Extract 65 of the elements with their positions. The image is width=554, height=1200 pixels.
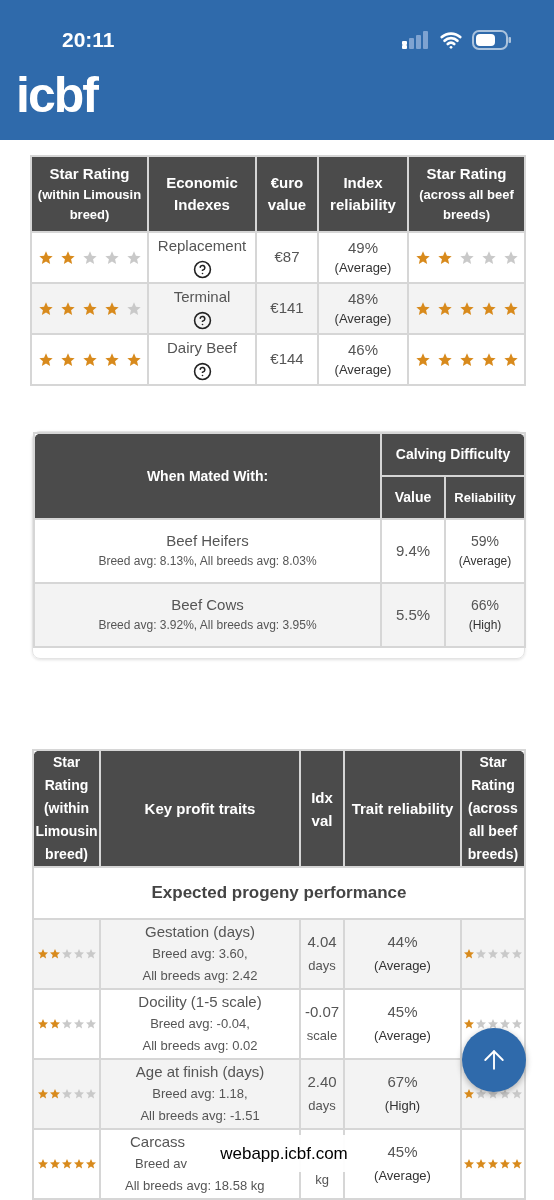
breed-average: Breed av — [135, 1155, 188, 1173]
trait-name: Carcass — [130, 1132, 185, 1152]
all-breeds-average: All breeds avg: -1.51 — [140, 1107, 260, 1125]
header-note: (across all beef breeds) — [418, 186, 515, 224]
status-time: 20:11 — [62, 27, 115, 53]
trait-name: Docility (1-5 scale) — [138, 992, 262, 1012]
header-title: €uro value — [266, 173, 308, 215]
unit-label: scale — [305, 1027, 339, 1045]
column-header: Star Rating (across all beef breeds) — [461, 750, 525, 867]
reliability-label: (High) — [467, 617, 503, 634]
group-name: Beef Cows — [170, 595, 245, 615]
index-name: Terminal — [172, 287, 232, 307]
header-note: (within Limousin breed) — [36, 186, 143, 224]
reliability-label: (High) — [383, 1097, 422, 1115]
breed-average: Breed avg: 3.60, — [152, 945, 248, 963]
reliability-value: 46% — [347, 339, 379, 360]
column-header: Value — [381, 476, 445, 519]
breed-average: Breed avg: 1.18, — [152, 1085, 248, 1103]
reliability-value: 48% — [347, 288, 379, 309]
group-name: Beef Heifers — [165, 531, 250, 551]
column-header: Idx val — [300, 750, 344, 867]
trait-name: Age at finish (days) — [135, 1062, 265, 1082]
index-value: -0.07 — [303, 1002, 341, 1022]
reliability-value: 49% — [347, 237, 379, 258]
reliability-label: (Average) — [373, 957, 432, 975]
column-header: Reliability — [445, 476, 525, 519]
column-header: Key profit traits — [100, 750, 300, 867]
index-name: Dairy Beef — [166, 338, 238, 358]
calving-value: 5.5% — [381, 583, 445, 647]
euro-value: €144 — [256, 334, 318, 385]
reliability-label: (Average) — [457, 553, 513, 570]
column-header: Calving Difficulty — [381, 433, 525, 476]
header-title: Index reliability — [329, 173, 397, 215]
index-value: 2.40 — [306, 1072, 338, 1092]
column-header: Trait reliability — [344, 750, 461, 867]
reliability-label: (Average) — [333, 360, 393, 379]
logo: icbf — [16, 66, 97, 123]
reliability-label: (Average) — [333, 258, 393, 277]
section-heading: Expected progeny performance — [33, 867, 525, 919]
reliability-value: 67% — [386, 1072, 419, 1092]
average-note: Breed avg: 8.13%, All breeds avg: 8.03% — [97, 553, 318, 570]
reliability-label: (Average) — [333, 309, 393, 328]
average-note: Breed avg: 3.92%, All breeds avg: 3.95% — [97, 617, 318, 634]
reliability-value: 45% — [386, 1002, 419, 1022]
all-breeds-average: All breeds avg: 18.58 kg — [125, 1177, 265, 1195]
unit-label: days — [307, 1097, 337, 1115]
index-value: 4.04 — [306, 932, 338, 952]
breed-average: Breed avg: -0.04, — [150, 1015, 250, 1033]
reliability-value: 59% — [470, 532, 500, 551]
header-title: Economic Indexes — [165, 173, 239, 215]
index-name: Replacement — [156, 236, 248, 256]
header-title: Star Rating — [425, 164, 508, 184]
reliability-label: (Average) — [373, 1027, 432, 1045]
column-header: When Mated With: — [34, 433, 381, 519]
unit-label: days — [307, 957, 337, 975]
all-breeds-average: All breeds avg: 2.42 — [142, 967, 258, 985]
reliability-value: 66% — [470, 596, 500, 615]
trait-name: Gestation (days) — [144, 922, 255, 942]
all-breeds-average: All breeds avg: 0.02 — [142, 1037, 258, 1055]
header-title: Star Rating — [48, 164, 131, 184]
reliability-value: 45% — [386, 1142, 419, 1162]
column-header: Star Rating (within Limousin breed) — [33, 750, 100, 867]
unit-label: kg — [314, 1171, 330, 1189]
reliability-value: 44% — [386, 932, 419, 952]
reliability-label: (Average) — [373, 1167, 432, 1185]
